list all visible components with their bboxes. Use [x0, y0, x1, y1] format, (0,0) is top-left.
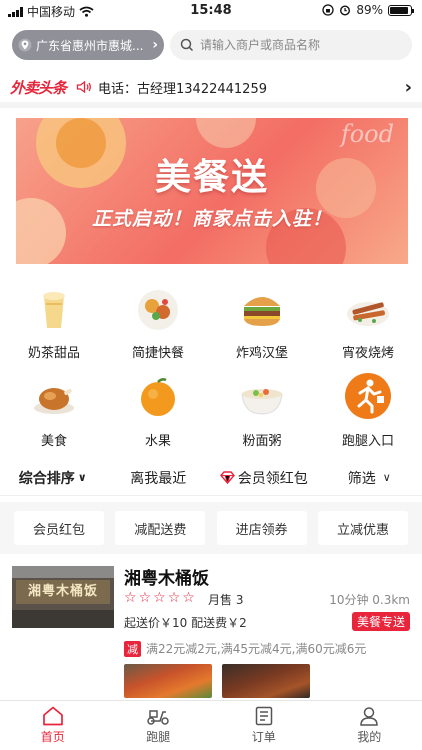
- tab-profile[interactable]: 我的: [317, 701, 422, 750]
- banner-title: 美餐送: [154, 157, 269, 198]
- shop-fees: 起送价￥10 配送费￥2: [124, 616, 247, 630]
- promo-text: 满22元减2元,满45元减4元,满60元减6元: [146, 642, 367, 656]
- category-fruit[interactable]: 水果: [108, 372, 208, 449]
- chevron-right-icon: ›: [152, 37, 158, 53]
- sort-label: 综合排序: [18, 470, 75, 487]
- filter-tags: 会员红包 减配送费 进店领券 立减优惠: [0, 502, 422, 554]
- search-box[interactable]: [170, 30, 412, 60]
- sort-filter[interactable]: 筛选 ∨: [317, 468, 422, 488]
- sort-label: 筛选: [347, 470, 376, 487]
- category-milk-tea[interactable]: 奶茶甜品: [4, 284, 104, 361]
- news-phone-text: 电话：古经理13422441259: [98, 81, 267, 97]
- runner-icon: [345, 373, 391, 419]
- promo-tag: 减: [124, 640, 141, 657]
- search-input[interactable]: [200, 38, 390, 52]
- person-icon: [360, 707, 379, 726]
- news-bar[interactable]: 外卖头条 电话：古经理13422441259 ›: [0, 72, 422, 108]
- status-bar: 中国移动 15:48 89%: [0, 0, 422, 22]
- location-pin-icon: [18, 38, 32, 52]
- chevron-right-icon: ›: [404, 76, 412, 98]
- star-icon: ☆: [167, 590, 181, 606]
- search-icon: [180, 38, 194, 52]
- tab-label: 订单: [251, 730, 276, 744]
- tab-home[interactable]: 首页: [0, 701, 106, 750]
- category-noodles[interactable]: 粉面粥: [212, 372, 312, 449]
- sort-bar: 综合排序 ∨ 离我最近 会员领红包 筛选 ∨: [0, 460, 422, 496]
- dish-thumbnail[interactable]: [124, 664, 212, 698]
- category-label: 奶茶甜品: [27, 346, 80, 361]
- tab-bar: 首页 跑腿 订单 我的: [0, 700, 422, 750]
- shop-sign: 湘粤木桶饭: [16, 580, 110, 604]
- category-fast-food[interactable]: 简捷快餐: [108, 284, 208, 361]
- order-icon: [255, 706, 272, 726]
- promo-banner[interactable]: food 美餐送 正式启动！商家点击入驻！: [16, 118, 408, 264]
- category-label: 美食: [40, 434, 67, 449]
- category-cuisine[interactable]: 美食: [4, 372, 104, 449]
- banner-watermark: food: [340, 120, 394, 148]
- category-bbq[interactable]: 宵夜烧烤: [318, 284, 418, 361]
- star-icon: ☆: [153, 590, 166, 606]
- category-label: 水果: [144, 434, 171, 449]
- tab-label: 我的: [357, 730, 382, 744]
- fast-food-icon: [138, 290, 178, 330]
- category-burger[interactable]: 炸鸡汉堡: [212, 284, 312, 361]
- diamond-icon: [219, 471, 235, 484]
- battery-percent: 89%: [356, 3, 383, 17]
- battery-icon: [388, 4, 414, 16]
- home-icon: [42, 706, 63, 726]
- sort-comprehensive[interactable]: 综合排序 ∨: [0, 468, 106, 488]
- tab-orders[interactable]: 订单: [211, 701, 317, 750]
- noodle-bowl-icon: [241, 389, 283, 415]
- shop-name: 湘粤木桶饭: [124, 569, 209, 589]
- speaker-icon: [76, 80, 91, 94]
- chevron-down-icon: ∨: [382, 471, 391, 484]
- tab-label: 首页: [40, 730, 65, 744]
- orientation-lock-icon: [322, 4, 334, 16]
- shop-promo: 减 满22元减2元,满45元减4元,满60元减6元: [124, 640, 366, 657]
- sort-label: 离我最近: [130, 470, 187, 487]
- filter-reduced-delivery[interactable]: 减配送费: [115, 511, 206, 545]
- sort-member-redpacket[interactable]: 会员领红包: [211, 468, 317, 488]
- shop-card[interactable]: 湘粤木桶饭 湘粤木桶饭 ☆ ☆ ☆ ☆ ☆ 月售 3 10分钟 0.3km 起送…: [0, 560, 422, 700]
- filter-store-coupon[interactable]: 进店领券: [216, 511, 307, 545]
- orange-icon: [141, 378, 175, 416]
- sort-label: 会员领红包: [237, 470, 308, 487]
- star-icon: ☆: [124, 590, 137, 606]
- shop-image: 湘粤木桶饭: [12, 566, 114, 628]
- category-label: 炸鸡汉堡: [235, 346, 288, 361]
- category-label: 跑腿入口: [341, 434, 394, 449]
- category-errand[interactable]: 跑腿入口: [318, 372, 418, 449]
- star-icon: ☆: [138, 590, 152, 606]
- filter-instant-discount[interactable]: 立减优惠: [317, 511, 408, 545]
- bbq-icon: [347, 302, 389, 326]
- banner-subtitle: 正式启动！商家点击入驻！: [91, 208, 332, 230]
- alarm-icon: [340, 5, 351, 16]
- category-label: 粉面粥: [242, 434, 282, 449]
- burger-icon: [244, 297, 280, 326]
- shop-sales: 月售 3: [208, 593, 244, 607]
- category-label: 简捷快餐: [131, 346, 184, 361]
- location-label: 广东省惠州市惠城...: [36, 38, 144, 53]
- news-logo: 外卖头条: [10, 78, 67, 97]
- scooter-icon: [147, 710, 169, 725]
- dish-thumbnail[interactable]: [222, 664, 310, 698]
- roast-chicken-icon: [34, 388, 74, 414]
- chevron-down-icon: ∨: [77, 471, 87, 484]
- location-selector[interactable]: 广东省惠州市惠城... ›: [12, 30, 164, 60]
- delivery-badge: 美餐专送: [351, 612, 410, 631]
- shop-time-distance: 10分钟 0.3km: [329, 593, 410, 607]
- filter-member-redpacket[interactable]: 会员红包: [14, 511, 104, 545]
- top-bar: 广东省惠州市惠城... ›: [0, 28, 422, 62]
- sort-nearest[interactable]: 离我最近: [106, 468, 212, 488]
- milk-tea-icon: [43, 292, 65, 328]
- shop-rating: ☆ ☆ ☆ ☆ ☆: [124, 590, 195, 606]
- star-icon: ☆: [182, 590, 195, 606]
- tab-errand[interactable]: 跑腿: [106, 701, 212, 750]
- category-label: 宵夜烧烤: [341, 346, 394, 361]
- tab-label: 跑腿: [146, 730, 171, 744]
